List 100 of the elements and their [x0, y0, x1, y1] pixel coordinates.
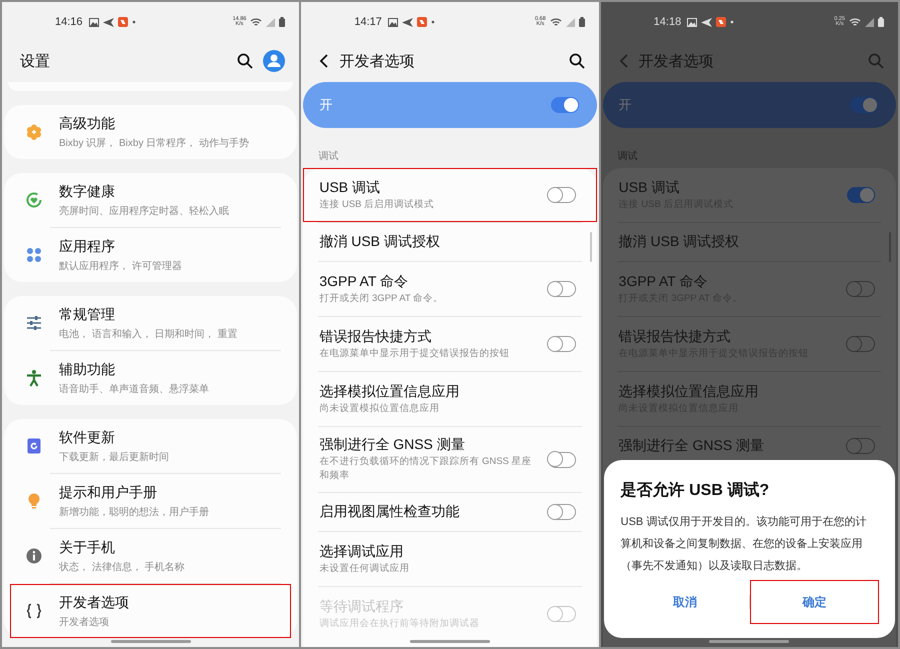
- send-icon: [701, 18, 712, 26]
- item-title: 3GPP AT 命令: [319, 272, 410, 290]
- item-title: 软件更新: [59, 428, 116, 446]
- toggle-switch[interactable]: [548, 504, 576, 520]
- settings-item[interactable]: 高级功能 Bixby 识屏， Bixby 日常程序， 动作与手势: [10, 105, 292, 159]
- settings-item[interactable]: 错误报告快捷方式 在电源菜单中显示用于提交错误报告的按钮: [303, 317, 597, 371]
- update-icon: [25, 437, 43, 455]
- item-title: 辅助功能: [59, 360, 116, 378]
- heart-ring-icon: [25, 191, 43, 209]
- page-title: 开发者选项: [638, 52, 715, 70]
- item-subtitle: Bixby 识屏， Bixby 日常程序， 动作与手势: [59, 136, 250, 150]
- item-title: 开发者选项: [59, 594, 129, 612]
- item-title: 错误报告快捷方式: [618, 328, 732, 346]
- item-subtitle: 调试应用会在执行前等待附加调试器: [319, 616, 480, 630]
- item-title: 关于手机: [59, 538, 116, 556]
- item-title: 等待调试程序: [319, 598, 404, 616]
- settings-item[interactable]: 应用程序 默认应用程序， 许可管理器: [10, 228, 292, 282]
- toggle-switch[interactable]: [548, 452, 576, 468]
- item-title: 撤消 USB 调试授权: [319, 233, 441, 251]
- dialog-message: USB 调试仅用于开发目的。该功能可用于在您的计算机和设备之间复制数据、在您的设备上安装应用（事先不发通知）以及读取日志数据。: [620, 514, 868, 574]
- search-icon[interactable]: [237, 53, 254, 69]
- status-time: 14:17: [354, 16, 382, 28]
- item-title: 错误报告快捷方式: [319, 328, 432, 346]
- settings-item[interactable]: 撤消 USB 调试授权: [303, 223, 597, 261]
- image-icon: [88, 18, 99, 26]
- page-title: 开发者选项: [339, 52, 416, 70]
- toggle-switch[interactable]: [550, 97, 579, 113]
- item-subtitle: 未设置任何调试应用: [319, 562, 410, 576]
- battery-icon: [279, 17, 286, 27]
- dot-icon: [730, 20, 734, 24]
- settings-item[interactable]: 辅助功能 语音助手、单声道音频、悬浮菜单: [10, 351, 292, 405]
- item-title: 强制进行全 GNSS 测量: [319, 436, 466, 454]
- wifi-icon: [250, 17, 262, 27]
- settings-item[interactable]: 关于手机 状态， 法律信息， 手机名称: [10, 529, 292, 583]
- dots-grid-icon: [25, 246, 43, 264]
- dialog-title: 是否允许 USB 调试?: [620, 480, 770, 501]
- section-header: 调试: [317, 150, 340, 164]
- settings-item[interactable]: 开发者选项 开发者选项: [10, 584, 292, 638]
- status-time: 14:18: [654, 16, 682, 28]
- item-title: 3GPP AT 命令: [618, 272, 708, 290]
- toggle-switch[interactable]: [846, 281, 875, 297]
- item-subtitle: 开发者选项: [59, 616, 110, 628]
- dialog-button[interactable]: 确定: [750, 580, 879, 624]
- item-title: USB 调试: [319, 178, 382, 196]
- settings-item[interactable]: 强制进行全 GNSS 测量 在不进行负载循环的情况下跟踪所有 GNSS 星座和频率: [303, 427, 597, 492]
- signal-icon: [266, 18, 276, 26]
- image-icon: [687, 18, 698, 26]
- item-subtitle: 连接 USB 后启用调试模式: [319, 198, 436, 212]
- flower-icon: [25, 123, 43, 141]
- search-icon[interactable]: [568, 53, 585, 69]
- toggle-switch[interactable]: [548, 281, 576, 297]
- item-title: 撤消 USB 调试授权: [618, 233, 740, 251]
- settings-item[interactable]: 3GPP AT 命令 打开或关闭 3GPP AT 命令。: [303, 262, 597, 316]
- send-icon: [402, 18, 413, 26]
- item-title: 数字健康: [59, 182, 116, 200]
- app-notification-icon: [716, 17, 726, 27]
- back-icon[interactable]: [319, 54, 330, 68]
- toggle-switch[interactable]: [846, 187, 875, 203]
- item-subtitle: 打开或关闭 3GPP AT 命令。: [319, 292, 444, 306]
- item-title: 选择模拟位置信息应用: [618, 382, 760, 400]
- item-title: 高级功能: [59, 114, 116, 132]
- accessibility-person-icon: [25, 369, 43, 387]
- item-subtitle: 默认应用程序， 许可管理器: [59, 260, 182, 272]
- dot-icon: [430, 20, 435, 24]
- item-title: 应用程序: [59, 238, 116, 256]
- toggle-switch[interactable]: [850, 97, 878, 113]
- avatar-icon[interactable]: [263, 50, 286, 72]
- item-subtitle: 电池， 语言和输入， 日期和时间， 重置: [59, 328, 238, 340]
- settings-item[interactable]: 启用视图属性检查功能: [303, 493, 597, 531]
- scrollbar: [590, 232, 592, 262]
- signal-icon: [864, 18, 874, 26]
- settings-item[interactable]: 选择调试应用 未设置任何调试应用: [303, 532, 597, 586]
- settings-item[interactable]: 数字健康 亮屏时间、应用程序定时器、轻松入眠: [10, 173, 292, 227]
- item-subtitle: 尚未设置模拟位置信息应用: [319, 402, 440, 416]
- toggle-switch[interactable]: [548, 187, 576, 203]
- toggle-switch[interactable]: [548, 336, 576, 352]
- item-title: 强制进行全 GNSS 测量: [618, 437, 766, 455]
- toggle-switch[interactable]: [846, 438, 875, 454]
- dot-icon: [132, 20, 136, 24]
- settings-item[interactable]: 提示和用户手册 新增功能，聪明的想法，用户手册: [10, 474, 292, 528]
- item-subtitle: 亮屏时间、应用程序定时器、轻松入眠: [59, 204, 229, 218]
- settings-item[interactable]: 软件更新 下载更新，最后更新时间: [10, 419, 292, 473]
- toggle-switch[interactable]: [846, 336, 875, 352]
- app-notification-icon: [118, 17, 128, 27]
- item-subtitle: 下载更新，最后更新时间: [59, 450, 169, 464]
- wifi-icon: [848, 17, 861, 27]
- app-notification-icon: [416, 17, 427, 27]
- battery-icon: [878, 17, 884, 27]
- info-icon: [25, 547, 43, 565]
- item-title: 选择模拟位置信息应用: [319, 382, 460, 400]
- settings-item[interactable]: 选择模拟位置信息应用 尚未设置模拟位置信息应用: [303, 372, 597, 426]
- item-title: USB 调试: [618, 178, 680, 196]
- master-switch-label: 开: [618, 96, 633, 114]
- sliders-icon: [25, 314, 43, 332]
- settings-item[interactable]: 常规管理 电池， 语言和输入， 日期和时间， 重置: [10, 296, 292, 350]
- battery-icon: [578, 17, 585, 27]
- dialog-button[interactable]: 取消: [620, 580, 750, 624]
- item-subtitle: 状态， 法律信息， 手机名称: [59, 560, 185, 574]
- braces-icon: [25, 602, 43, 620]
- page-title: 设置: [20, 52, 51, 70]
